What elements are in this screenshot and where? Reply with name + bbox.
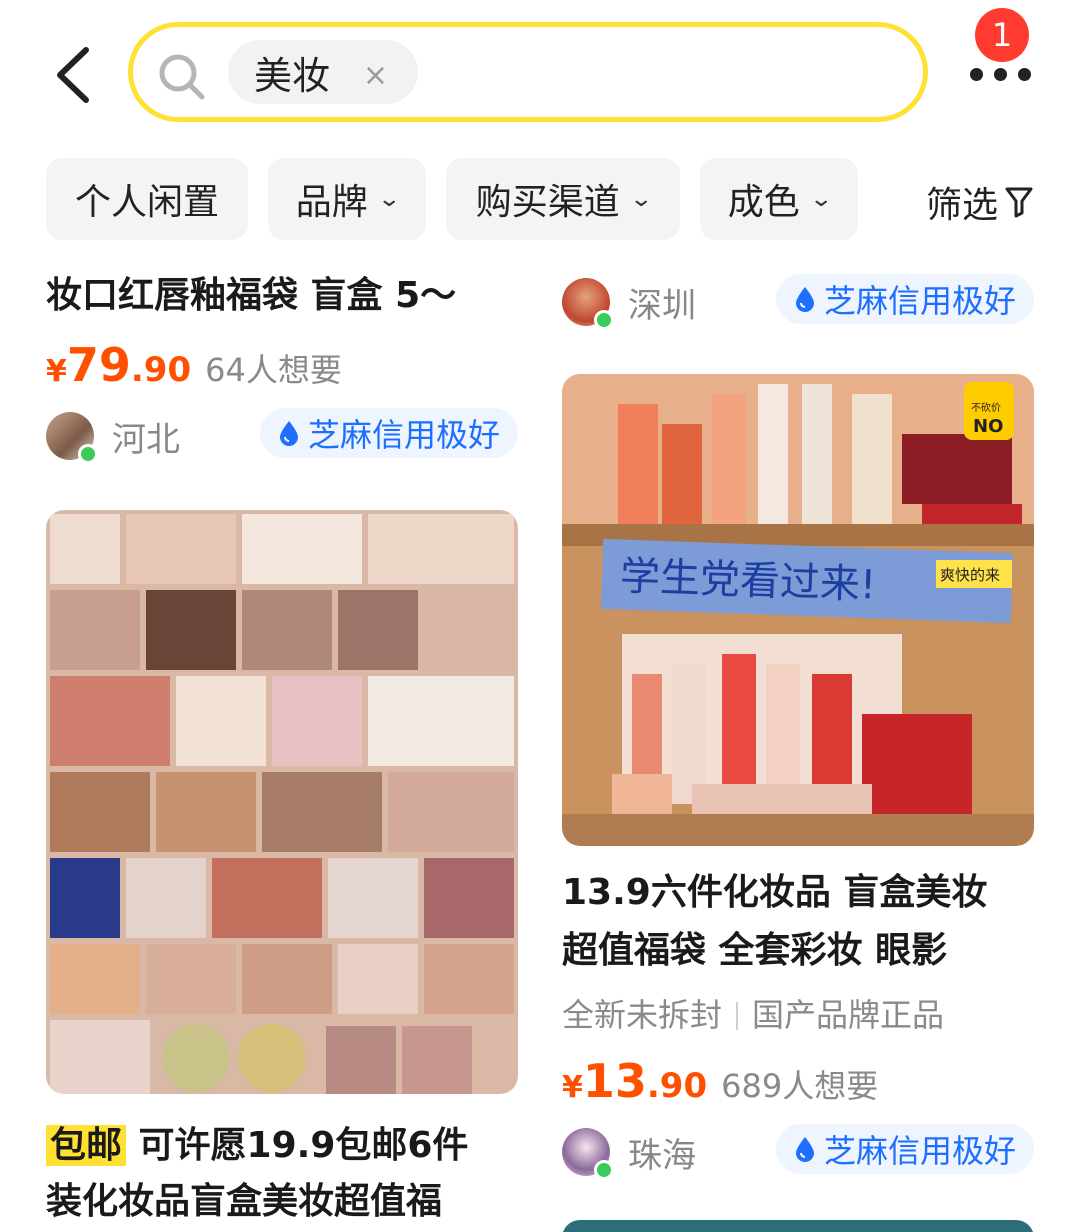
wants-count: 689人想要 bbox=[721, 1067, 879, 1105]
product-title: 13.9六件化妆品 盲盒美妆 超值福袋 全套彩妆 眼影 bbox=[562, 864, 1034, 980]
product-title-line2: 超值福袋 全套彩妆 眼影 bbox=[562, 930, 948, 971]
funnel-icon bbox=[1005, 187, 1033, 218]
price-integer: 13 bbox=[582, 1054, 647, 1108]
dot-icon bbox=[1018, 68, 1031, 81]
seller-city: 珠海 bbox=[628, 1135, 696, 1176]
online-dot bbox=[78, 444, 98, 464]
filter-channel[interactable]: 购买渠道 ⌄ bbox=[446, 158, 680, 240]
price-symbol: ¥ bbox=[562, 1070, 583, 1105]
credit-badge: 芝麻信用极好 bbox=[775, 274, 1034, 324]
right-column: 深圳 芝麻信用极好 学生党看过来! 不砍价 NO 爽快的来 13.9六件化妆品 … bbox=[562, 240, 1034, 1232]
image-sticker-top: 不砍价 bbox=[971, 401, 1001, 414]
credit-badge: 芝麻信用极好 bbox=[259, 408, 518, 458]
wants-count: 64人想要 bbox=[205, 351, 342, 389]
tag: 国产品牌正品 bbox=[752, 996, 945, 1034]
product-card[interactable]: 学生党看过来! 不砍价 NO 爽快的来 13.9六件化妆品 盲盒美妆 超值福袋 … bbox=[562, 374, 1034, 1180]
filter-personal-idle[interactable]: 个人闲置 bbox=[46, 158, 248, 240]
credit-label: 芝麻信用极好 bbox=[823, 282, 1016, 320]
tag: 全新未拆封 bbox=[562, 996, 723, 1034]
avatar[interactable] bbox=[562, 1128, 614, 1180]
cosmetics-shelf-image[interactable]: 学生党看过来! 不砍价 NO 爽快的来 bbox=[562, 374, 1034, 846]
seller-row[interactable]: 珠海 芝麻信用极好 bbox=[562, 1124, 1034, 1180]
product-tags: 全新未拆封 国产品牌正品 bbox=[562, 990, 1034, 1036]
product-title: 妆口红唇釉福袋 盲盒 5～ bbox=[46, 275, 457, 316]
sesame-drop-icon bbox=[795, 287, 814, 312]
filter-label: 品牌 bbox=[295, 182, 368, 223]
price-decimal: .90 bbox=[130, 350, 192, 390]
seller-row[interactable]: 深圳 芝麻信用极好 bbox=[562, 274, 1034, 330]
search-icon bbox=[159, 54, 205, 100]
credit-label: 芝麻信用极好 bbox=[307, 416, 500, 454]
product-card[interactable]: 包邮 可许愿19.9包邮6件 装化妆品盲盒美妆超值福 bbox=[46, 510, 518, 1230]
search-keyword: 美妆 bbox=[254, 53, 331, 98]
chevron-down-icon: ⌄ bbox=[629, 186, 653, 212]
image-tag-text: 爽快的来 bbox=[940, 566, 1000, 584]
filter-label: 购买渠道 bbox=[475, 182, 620, 223]
product-title-line1: 13.9六件化妆品 盲盒美妆 bbox=[562, 872, 988, 913]
tag-divider bbox=[736, 1002, 739, 1030]
filter-button-label: 筛选 bbox=[926, 185, 999, 226]
online-dot bbox=[594, 310, 614, 330]
image-sticker-no: NO bbox=[973, 416, 1003, 437]
seller-row[interactable]: 河北 芝麻信用极好 bbox=[46, 408, 518, 464]
filter-condition[interactable]: 成色 ⌄ bbox=[700, 158, 858, 240]
product-card[interactable]: 妆口红唇釉福袋 盲盒 5～ ¥ 79 .90 64人想要 河北 芝麻信用极好 bbox=[46, 268, 518, 464]
filter-bar: 个人闲置 品牌 ⌄ 购买渠道 ⌄ 成色 ⌄ 筛选 bbox=[46, 158, 1046, 240]
chevron-down-icon: ⌄ bbox=[377, 186, 401, 212]
filter-brand[interactable]: 品牌 ⌄ bbox=[268, 158, 426, 240]
credit-label: 芝麻信用极好 bbox=[823, 1132, 1016, 1170]
price-integer: 79 bbox=[66, 338, 131, 392]
search-bar[interactable]: 美妆 × bbox=[128, 22, 928, 122]
search-keyword-chip[interactable]: 美妆 × bbox=[228, 40, 418, 104]
online-dot bbox=[594, 1160, 614, 1180]
next-card-image-edge bbox=[562, 1220, 1034, 1232]
filter-button[interactable]: 筛选 bbox=[926, 176, 1034, 228]
avatar[interactable] bbox=[46, 412, 98, 464]
clear-keyword-icon[interactable]: × bbox=[363, 58, 388, 93]
product-title-line1: 可许愿19.9包邮6件 bbox=[126, 1125, 469, 1166]
eyeshadow-palettes-image[interactable] bbox=[46, 510, 518, 1094]
notification-badge: 1 bbox=[975, 8, 1029, 62]
left-column: 妆口红唇釉福袋 盲盒 5～ ¥ 79 .90 64人想要 河北 芝麻信用极好 包… bbox=[46, 240, 518, 1232]
image-sign-text: 学生党看过来! bbox=[619, 553, 876, 608]
dot-icon bbox=[970, 68, 983, 81]
credit-badge: 芝麻信用极好 bbox=[775, 1124, 1034, 1174]
filter-label: 成色 bbox=[727, 182, 800, 223]
dot-icon bbox=[994, 68, 1007, 81]
product-title-line2: 装化妆品盲盒美妆超值福 bbox=[46, 1181, 443, 1222]
free-shipping-badge: 包邮 bbox=[46, 1125, 127, 1166]
back-button[interactable] bbox=[50, 40, 100, 110]
price-symbol: ¥ bbox=[46, 354, 67, 389]
chevron-left-icon bbox=[57, 47, 89, 103]
price-row: ¥ 13 .90 689人想要 bbox=[562, 1054, 1034, 1108]
avatar[interactable] bbox=[562, 278, 614, 330]
seller-city: 河北 bbox=[112, 419, 180, 460]
sesame-drop-icon bbox=[795, 1137, 814, 1162]
price-row: ¥ 79 .90 64人想要 bbox=[46, 338, 518, 392]
chevron-down-icon: ⌄ bbox=[809, 186, 833, 212]
more-menu-button[interactable] bbox=[966, 60, 1036, 90]
price-decimal: .90 bbox=[646, 1066, 708, 1106]
filter-label: 个人闲置 bbox=[74, 182, 219, 223]
product-title: 包邮 可许愿19.9包邮6件 装化妆品盲盒美妆超值福 bbox=[46, 1118, 518, 1230]
seller-city: 深圳 bbox=[628, 285, 696, 326]
sesame-drop-icon bbox=[279, 421, 298, 446]
